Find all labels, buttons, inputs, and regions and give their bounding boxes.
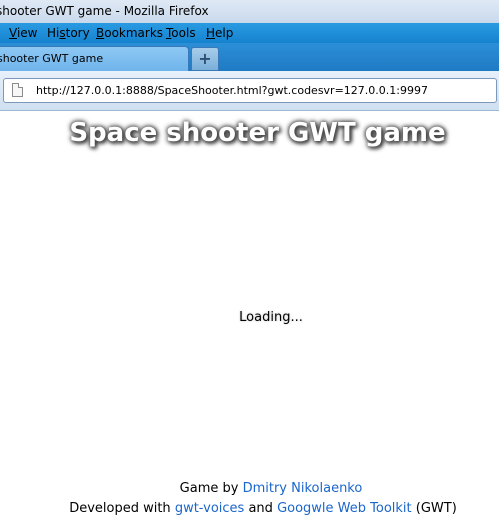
loading-text: Loading... (239, 310, 303, 325)
menu-item-history-rest: tory (65, 26, 90, 40)
menu-item-tools[interactable]: Tools (164, 23, 198, 43)
gwt-voices-link[interactable]: gwt-voices (175, 501, 245, 516)
menu-item-view-key: V (9, 26, 17, 40)
menu-item-help[interactable]: Help (204, 23, 235, 43)
tab-strip: shooter GWT game + (0, 43, 499, 72)
author-link[interactable]: Dmitry Nikolaenko (243, 481, 363, 496)
page-title: Space shooter GWT game (69, 118, 446, 148)
footer-game-by: Game by (179, 481, 243, 496)
url-text: http://127.0.0.1:8888/SpaceShooter.html?… (36, 84, 428, 97)
tab-active[interactable]: shooter GWT game (0, 46, 189, 72)
url-bar[interactable]: http://127.0.0.1:8888/SpaceShooter.html?… (3, 78, 497, 103)
menu-item-bookmarks[interactable]: Bookmarks (94, 23, 165, 43)
menu-item-tools-rest: ools (171, 26, 196, 40)
gwt-toolkit-link[interactable]: Googwle Web Toolkit (277, 501, 412, 516)
plus-icon: + (198, 49, 212, 68)
menu-item-bookmarks-rest: ookmarks (104, 26, 164, 40)
menu-bar: View History Bookmarks Tools Help (0, 23, 499, 43)
window-titlebar: shooter GWT game - Mozilla Firefox (0, 0, 499, 23)
menu-item-help-rest: elp (215, 26, 234, 40)
footer-developed-prefix: Developed with (69, 501, 175, 516)
menu-item-help-key: H (206, 26, 216, 40)
navigation-bar: http://127.0.0.1:8888/SpaceShooter.html?… (0, 71, 499, 111)
page-icon (12, 83, 23, 97)
footer-developed: Developed with gwt-voices and Googwle We… (0, 501, 499, 516)
tab-label: shooter GWT game (0, 52, 104, 65)
footer-credits: Game by Dmitry Nikolaenko (0, 481, 499, 496)
window-title: shooter GWT game - Mozilla Firefox (0, 4, 209, 18)
menu-item-view[interactable]: View (7, 23, 39, 43)
menu-item-bookmarks-key: B (96, 26, 105, 40)
menu-item-history-pre: Hi (47, 26, 60, 40)
new-tab-button[interactable]: + (191, 47, 219, 71)
menu-item-history[interactable]: History (45, 23, 92, 43)
menu-item-view-rest: iew (16, 26, 38, 40)
footer-suffix: (GWT) (411, 501, 457, 516)
footer-and: and (244, 501, 278, 516)
